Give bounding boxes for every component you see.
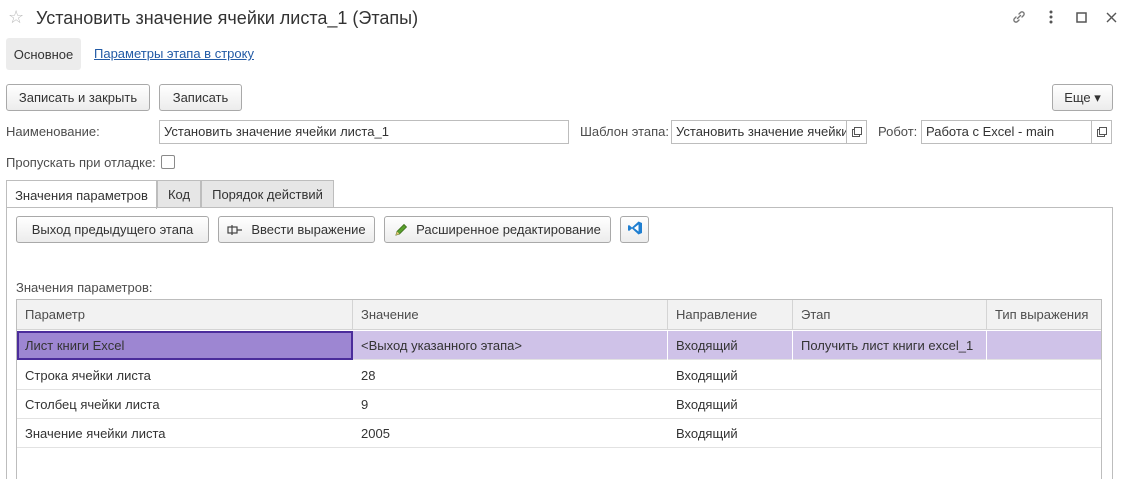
advanced-edit-label: Расширенное редактирование <box>416 222 601 237</box>
open-in-vscode-button[interactable] <box>620 216 649 243</box>
table-cell[interactable] <box>793 361 987 390</box>
template-open-icon[interactable] <box>847 120 867 144</box>
tab-param-values[interactable]: Значения параметров <box>6 180 157 209</box>
favorite-star-icon[interactable]: ☆ <box>8 6 24 28</box>
vscode-icon <box>627 220 643 239</box>
table-cell[interactable] <box>987 419 1103 448</box>
table-row[interactable]: Столбец ячейки листа 9 Входящий <box>17 390 1101 419</box>
table-cell[interactable] <box>987 331 1103 360</box>
table-header: Параметр Значение Направление Этап Тип в… <box>17 300 1101 330</box>
table-cell[interactable]: <Выход указанного этапа> <box>353 331 668 360</box>
table-cell[interactable] <box>987 361 1103 390</box>
table-cell[interactable]: Входящий <box>668 419 793 448</box>
link-icon[interactable] <box>1008 6 1030 28</box>
table-row[interactable]: Строка ячейки листа 28 Входящий <box>17 361 1101 390</box>
params-inline-link[interactable]: Параметры этапа в строку <box>94 46 254 61</box>
name-label: Наименование: <box>6 124 100 139</box>
enter-expression-label: Ввести выражение <box>251 222 366 237</box>
more-menu-icon[interactable] <box>1040 6 1062 28</box>
params-table: Параметр Значение Направление Этап Тип в… <box>16 299 1102 479</box>
table-cell[interactable]: 9 <box>353 390 668 419</box>
skip-debug-label: Пропускать при отладке: <box>6 155 156 170</box>
table-cell[interactable]: Значение ячейки листа <box>17 419 353 448</box>
column-header-expression-type[interactable]: Тип выражения <box>987 300 1103 330</box>
enter-expression-button[interactable]: Ввести выражение <box>218 216 375 243</box>
section-label: Значения параметров: <box>16 280 153 295</box>
template-input[interactable]: Установить значение ячейки <box>671 120 847 144</box>
advanced-edit-button[interactable]: Расширенное редактирование <box>384 216 611 243</box>
column-header-stage[interactable]: Этап <box>793 300 987 330</box>
close-icon[interactable] <box>1100 6 1122 28</box>
column-header-value[interactable]: Значение <box>353 300 668 330</box>
table-row[interactable]: Лист книги Excel <Выход указанного этапа… <box>17 331 1101 360</box>
skip-debug-checkbox[interactable] <box>161 155 175 169</box>
robot-open-icon[interactable] <box>1092 120 1112 144</box>
pencil-icon <box>394 223 408 237</box>
table-cell[interactable]: 28 <box>353 361 668 390</box>
table-cell[interactable]: 2005 <box>353 419 668 448</box>
name-input[interactable]: Установить значение ячейки листа_1 <box>159 120 569 144</box>
table-cell[interactable]: Входящий <box>668 331 793 360</box>
table-cell[interactable] <box>793 390 987 419</box>
more-button[interactable]: Еще ▾ <box>1052 84 1113 111</box>
table-cell[interactable]: Входящий <box>668 390 793 419</box>
table-row[interactable]: Значение ячейки листа 2005 Входящий <box>17 419 1101 448</box>
window-title: Установить значение ячейки листа_1 (Этап… <box>36 8 419 28</box>
table-cell[interactable]: Строка ячейки листа <box>17 361 353 390</box>
robot-input[interactable]: Работа с Excel - main <box>921 120 1092 144</box>
table-cell[interactable] <box>793 419 987 448</box>
table-cell[interactable]: Получить лист книги excel_1 <box>793 331 987 360</box>
maximize-icon[interactable] <box>1070 6 1092 28</box>
table-cell[interactable]: Столбец ячейки листа <box>17 390 353 419</box>
save-and-close-button[interactable]: Записать и закрыть <box>6 84 150 111</box>
robot-label: Робот: <box>878 124 918 139</box>
table-cell[interactable] <box>987 390 1103 419</box>
table-cell[interactable]: Лист книги Excel <box>17 331 353 360</box>
template-label: Шаблон этапа: <box>580 124 670 139</box>
column-header-direction[interactable]: Направление <box>668 300 793 330</box>
tab-action-order[interactable]: Порядок действий <box>201 180 334 208</box>
expression-icon <box>227 224 243 236</box>
tab-code[interactable]: Код <box>157 180 201 208</box>
save-button[interactable]: Записать <box>159 84 242 111</box>
column-header-parameter[interactable]: Параметр <box>17 300 353 330</box>
table-cell[interactable]: Входящий <box>668 361 793 390</box>
tab-main[interactable]: Основное <box>6 38 81 70</box>
prev-output-button[interactable]: Выход предыдущего этапа <box>16 216 209 243</box>
